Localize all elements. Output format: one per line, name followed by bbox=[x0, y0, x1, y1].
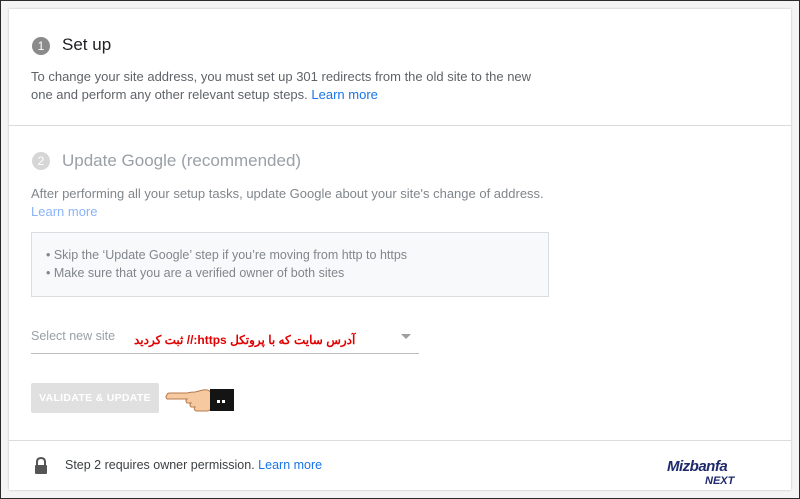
change-of-address-card: 1 Set up To change your site address, yo… bbox=[9, 9, 791, 490]
divider bbox=[9, 125, 791, 126]
footer-message: Step 2 requires owner permission. Learn … bbox=[65, 458, 322, 472]
step-2-badge: 2 bbox=[32, 152, 50, 170]
brand-tag: NEXT bbox=[705, 475, 735, 487]
brand-logo: Mizbanfa NEXT bbox=[665, 458, 757, 490]
lock-icon bbox=[35, 457, 47, 474]
step-2-desc-line1: After performing all your setup tasks, u… bbox=[31, 186, 544, 201]
step-1-title: Set up bbox=[62, 35, 112, 54]
footer-learn-more-link[interactable]: Learn more bbox=[258, 458, 322, 472]
dropdown-arrow-icon bbox=[401, 334, 411, 339]
step-1-desc-line2: one and perform any other relevant setup… bbox=[31, 86, 531, 104]
brand-name: Mizbanfa bbox=[667, 458, 728, 475]
step-2-title: Update Google (recommended) bbox=[62, 151, 302, 170]
step-1-badge: 1 bbox=[32, 37, 50, 55]
step-1-desc-line2-text: one and perform any other relevant setup… bbox=[31, 87, 308, 102]
footer-text: Step 2 requires owner permission. bbox=[65, 458, 255, 472]
tip-item: • Make sure that you are a verified owne… bbox=[46, 266, 345, 280]
divider bbox=[9, 440, 791, 441]
select-placeholder: Select new site bbox=[31, 329, 116, 343]
step-2-description: After performing all your setup tasks, u… bbox=[31, 185, 544, 221]
step-1-learn-more-link[interactable]: Learn more bbox=[311, 87, 377, 102]
validate-update-button[interactable]: VALIDATE & UPDATE bbox=[31, 383, 159, 413]
tip-item: • Skip the ‘Update Google’ step if you’r… bbox=[46, 248, 408, 262]
step-1-description: To change your site address, you must se… bbox=[31, 68, 531, 104]
step-1-desc-line1: To change your site address, you must se… bbox=[31, 69, 532, 84]
page-frame: 1 Set up To change your site address, yo… bbox=[0, 0, 800, 499]
pointing-hand-icon bbox=[165, 389, 234, 412]
annotation-note: آدرس سایت که با پروتکل https:// ثبت کردی… bbox=[134, 333, 356, 347]
tips-box: • Skip the ‘Update Google’ step if you’r… bbox=[31, 232, 549, 297]
step-2-learn-more-link[interactable]: Learn more bbox=[31, 203, 544, 221]
